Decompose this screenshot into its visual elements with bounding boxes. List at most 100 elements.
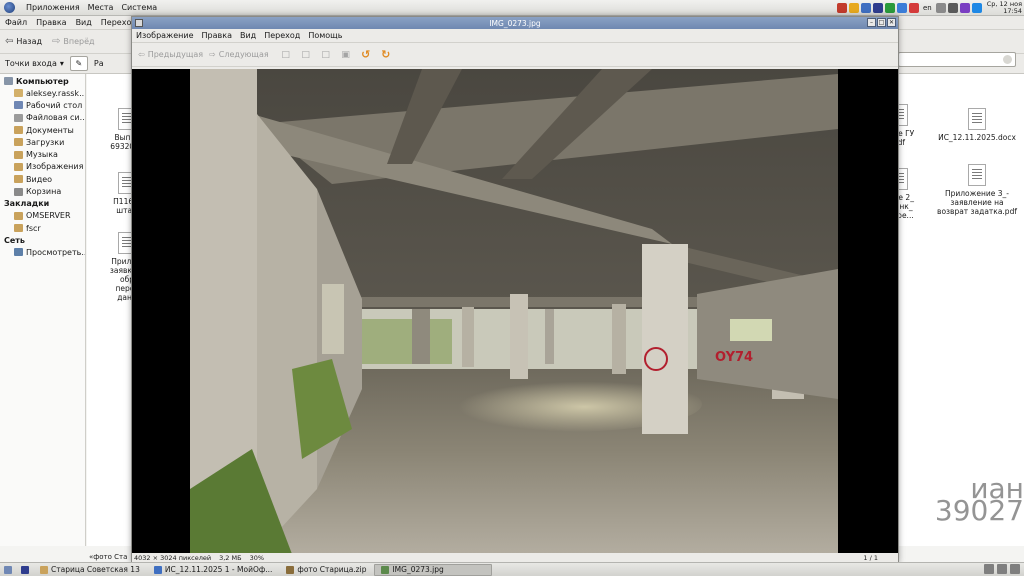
- minimize-button[interactable]: –: [867, 18, 876, 27]
- rotate-right-icon[interactable]: ↻: [379, 48, 393, 62]
- viewer-menu-go[interactable]: Переход: [264, 31, 300, 40]
- normal-size-icon[interactable]: □: [319, 48, 333, 62]
- sidebar-item-documents[interactable]: Документы: [0, 124, 85, 136]
- sidebar-item-pictures[interactable]: Изображения: [0, 161, 85, 173]
- fm-menu-view[interactable]: Вид: [76, 18, 92, 27]
- fm-menu-edit[interactable]: Правка: [36, 18, 66, 27]
- top-panel: Приложения Места Система en Ср, 12 ноя 1…: [0, 0, 1024, 16]
- volume-icon[interactable]: [935, 3, 946, 13]
- trash-icon[interactable]: [1010, 564, 1020, 574]
- viewer-menu-help[interactable]: Помощь: [308, 31, 342, 40]
- folder-icon: [40, 565, 48, 574]
- photo-image: OY74: [132, 69, 898, 554]
- app-blue2-icon[interactable]: [971, 3, 982, 13]
- next-arrow-icon: ⇨: [209, 50, 216, 59]
- forward-button[interactable]: ⇨ Вперёд: [52, 36, 95, 47]
- sidebar-item-downloads[interactable]: Загрузки: [0, 136, 85, 148]
- rotate-left-icon[interactable]: ↺: [359, 48, 373, 62]
- taskbar-item-archive[interactable]: фото Старица.zip: [280, 564, 372, 576]
- sidebar-item-trash[interactable]: Корзина: [0, 185, 85, 197]
- folder-icon: [14, 162, 23, 171]
- app-green-icon[interactable]: [884, 3, 895, 13]
- taskbar-item-label: Старица Советская 13: [51, 565, 140, 574]
- edit-path-button[interactable]: ✎: [69, 56, 88, 71]
- sidebar-item-music[interactable]: Музыка: [0, 148, 85, 160]
- sidebar-item-label: Видео: [26, 174, 53, 184]
- app-red-icon[interactable]: [836, 3, 847, 13]
- dropdown-arrow-icon: ▾: [59, 59, 64, 68]
- next-button[interactable]: ⇨ Следующая: [209, 50, 269, 59]
- path-button[interactable]: Ра: [94, 59, 104, 68]
- app-purple-icon[interactable]: [959, 3, 970, 13]
- sidebar-item-omserver[interactable]: OMSERVER: [0, 210, 85, 222]
- file-item[interactable]: ИС_12.11.2025.docx: [935, 108, 1019, 142]
- sidebar-item-videos[interactable]: Видео: [0, 173, 85, 185]
- file-name-line: возврат задатка.pdf: [937, 207, 1017, 216]
- system-tray: en Ср, 12 ноя 17:54: [836, 0, 1022, 16]
- back-button[interactable]: ⇦ Назад: [5, 36, 42, 47]
- yandex-launcher[interactable]: [18, 564, 32, 576]
- best-fit-icon[interactable]: ▣: [339, 48, 353, 62]
- panel-menu-places[interactable]: Места: [88, 3, 114, 12]
- drive-icon: [14, 113, 23, 122]
- folder-icon: [14, 138, 23, 147]
- sidebar-item-filesystem[interactable]: Файловая си...: [0, 112, 85, 124]
- file-item[interactable]: Приложение 3_- заявление на возврат зада…: [935, 164, 1019, 216]
- fm-sidebar: Компьютер aleksey.rassk... Рабочий стол …: [0, 74, 86, 546]
- window-menu-icon[interactable]: [135, 19, 143, 27]
- viewer-menu-edit[interactable]: Правка: [202, 31, 232, 40]
- zoom-out-icon[interactable]: □: [299, 48, 313, 62]
- window-title: IMG_0273.jpg: [489, 18, 541, 28]
- watermark: иан 39027: [935, 475, 1024, 525]
- viewer-menu-view[interactable]: Вид: [240, 31, 256, 40]
- forward-arrow-icon: ⇨: [52, 36, 61, 47]
- keyboard-layout-indicator[interactable]: en: [923, 4, 932, 12]
- document-icon: [153, 565, 162, 574]
- home-folder-icon: [14, 89, 23, 98]
- search-input[interactable]: [898, 52, 1016, 67]
- pencil-icon: ✎: [75, 59, 83, 68]
- previous-arrow-icon: ⇦: [138, 50, 145, 59]
- zoom-in-icon[interactable]: □: [279, 48, 293, 62]
- vk-icon[interactable]: [896, 3, 907, 13]
- previous-button[interactable]: ⇦ Предыдущая: [138, 50, 203, 59]
- sidebar-item-desktop[interactable]: Рабочий стол: [0, 99, 85, 111]
- show-desktop-button[interactable]: [0, 564, 16, 576]
- taskbar-item-document[interactable]: ИС_12.11.2025 1 - МойОф...: [148, 564, 279, 576]
- pdf-document-icon: [968, 164, 986, 186]
- sidebar-item-browse-network[interactable]: Просмотреть...: [0, 246, 85, 258]
- viewer-toolbar: ⇦ Предыдущая ⇨ Следующая □ □ □ ▣ ↺ ↻: [132, 43, 898, 67]
- app-blue-icon[interactable]: [860, 3, 871, 13]
- panel-menu-system[interactable]: Система: [121, 3, 157, 12]
- sidebar-header-network: Сеть: [0, 234, 85, 246]
- sidebar-item-home[interactable]: aleksey.rassk...: [0, 87, 85, 99]
- app-red2-icon[interactable]: [908, 3, 919, 13]
- workspace-1[interactable]: [984, 564, 994, 574]
- file-name-line: Приложение 3_-: [944, 189, 1010, 198]
- docx-document-icon: [968, 108, 986, 130]
- photo-content: OY74: [190, 69, 838, 554]
- viewer-titlebar[interactable]: IMG_0273.jpg – □ ✕: [132, 17, 898, 29]
- workspace-2[interactable]: [997, 564, 1007, 574]
- places-dropdown[interactable]: Точки входа ▾: [5, 59, 64, 68]
- clock[interactable]: Ср, 12 ноя 17:54: [987, 1, 1022, 15]
- distro-logo-icon[interactable]: [4, 2, 15, 13]
- folder-icon: [14, 175, 23, 184]
- sidebar-item-fscr[interactable]: fscr: [0, 222, 85, 234]
- back-label: Назад: [16, 37, 42, 46]
- panel-menu-applications[interactable]: Приложения: [26, 3, 80, 12]
- sidebar-header-label: Закладки: [4, 199, 50, 209]
- app-yellow-icon[interactable]: [848, 3, 859, 13]
- fm-menu-file[interactable]: Файл: [5, 18, 27, 27]
- close-button[interactable]: ✕: [887, 18, 896, 27]
- taskbar-item-image[interactable]: IMG_0273.jpg: [374, 563, 493, 576]
- previous-label: Предыдущая: [147, 50, 204, 59]
- viewer-menu-image[interactable]: Изображение: [136, 31, 194, 40]
- maximize-button[interactable]: □: [877, 18, 886, 27]
- network-tray-icon[interactable]: [947, 3, 958, 13]
- sidebar-header-bookmarks: Закладки: [0, 198, 85, 210]
- taskbar-item-folder[interactable]: Старица Советская 13: [34, 564, 146, 576]
- browser-yandex-icon[interactable]: [872, 3, 883, 13]
- folder-icon: [14, 126, 23, 135]
- image-canvas[interactable]: OY74: [132, 69, 898, 554]
